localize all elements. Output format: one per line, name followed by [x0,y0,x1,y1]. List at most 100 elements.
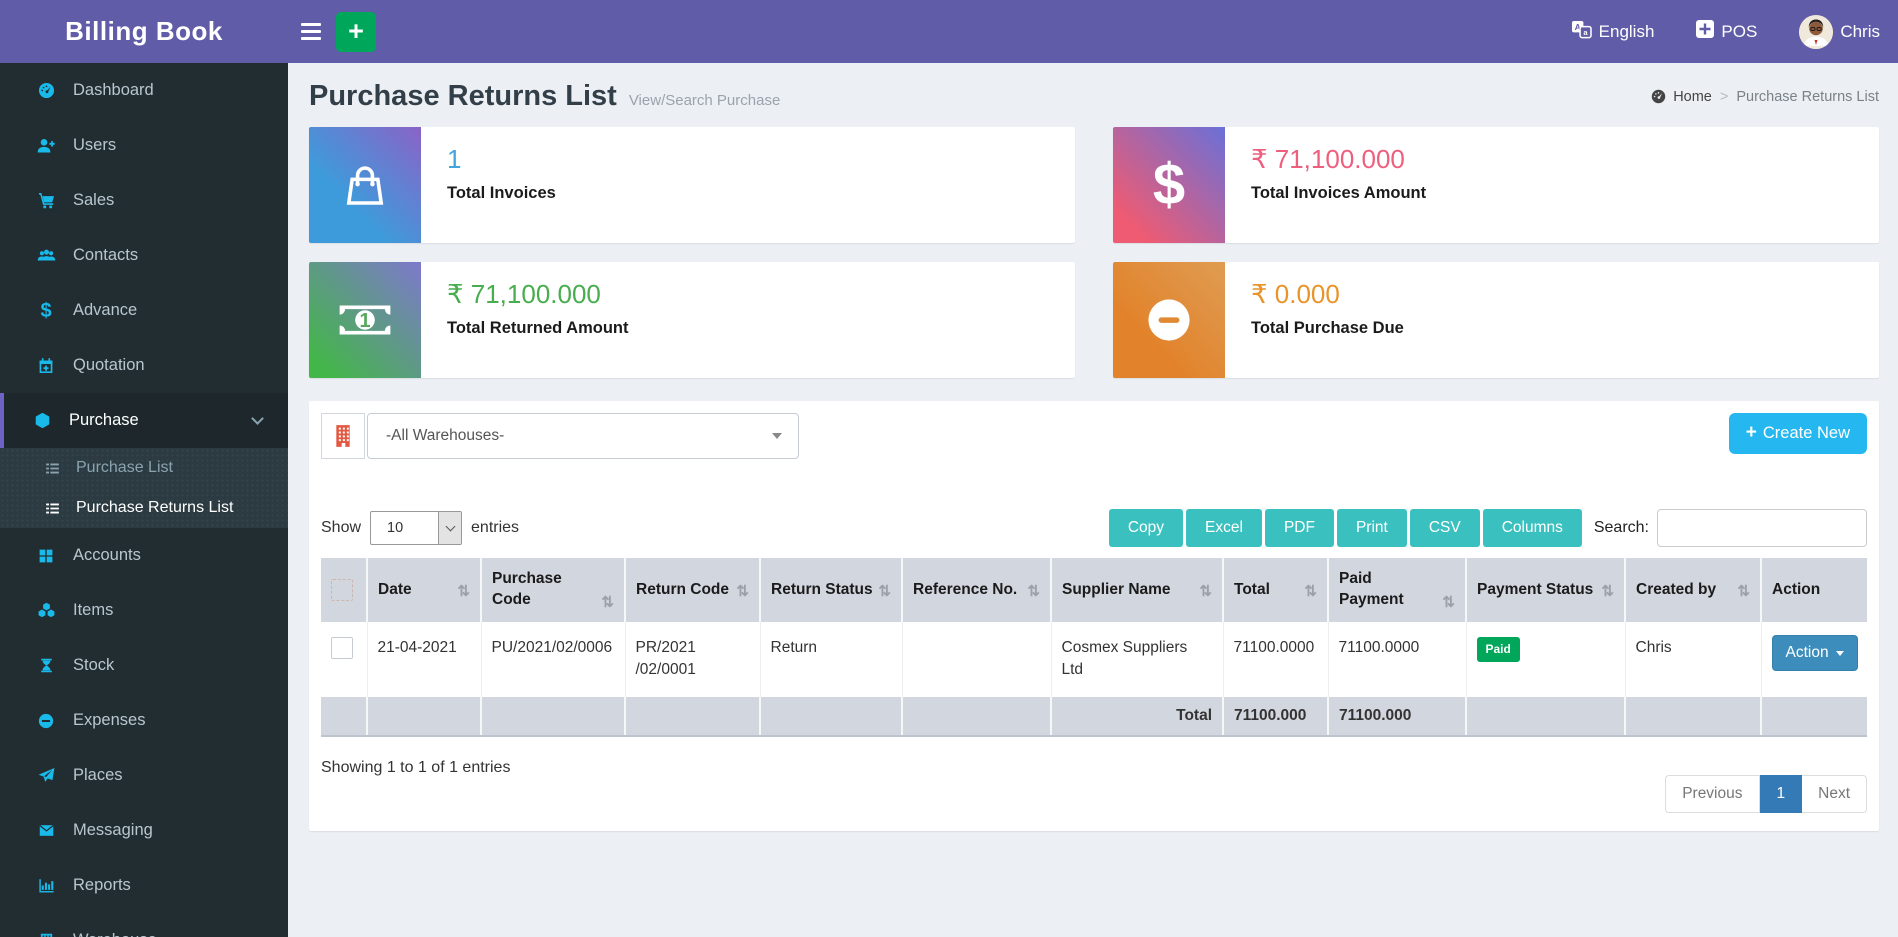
pos-label: POS [1721,21,1758,41]
quick-add-button[interactable]: + [336,11,376,52]
sidebar-item-users[interactable]: Users [0,118,288,173]
user-name: Chris [1840,21,1880,41]
footer-total-label: Total [1050,696,1223,738]
cube-icon [28,411,56,430]
sidebar-item-stock[interactable]: Stock [0,638,288,693]
search-label: Search: [1593,519,1649,536]
page-length-select[interactable]: 10 [370,511,463,545]
hourglass-icon [32,656,60,675]
cell-created-by: Chris [1624,622,1761,697]
column-header-date[interactable]: Date ⇅ [366,558,481,622]
stat-value: ₹ 71,100.000 [1251,144,1405,174]
grid-icon [32,547,60,565]
chevron-down-icon [438,512,462,544]
breadcrumb: Home > Purchase Returns List [1650,88,1879,105]
purchase-submenu: Purchase List Purchase Returns List [0,448,288,528]
language-label: English [1598,21,1655,41]
select-all-checkbox[interactable] [331,579,353,601]
list-icon [40,500,64,517]
sidebar-toggle-button[interactable] [288,0,334,63]
cart-icon [32,191,60,210]
caret-down-icon [1835,650,1844,656]
search-input[interactable] [1657,509,1867,547]
money-bill-icon: 1 [309,262,421,378]
csv-button[interactable]: CSV [1409,509,1480,547]
building-grid-icon [32,931,60,937]
people-icon [32,246,60,265]
sidebar-item-expenses[interactable]: Expenses [0,693,288,748]
column-header-supplier-name[interactable]: Supplier Name ⇅ [1050,558,1223,622]
sidebar-item-sales[interactable]: Sales [0,173,288,228]
pagination-next-button[interactable]: Next [1802,775,1867,814]
column-header-reference-no[interactable]: Reference No. ⇅ [901,558,1051,622]
plus-square-icon [1696,20,1715,43]
sidebar-item-accounts[interactable]: Accounts [0,528,288,583]
column-header-purchase-code[interactable]: Purchase Code ⇅ [480,558,625,622]
pagination-page-1-button[interactable]: 1 [1759,775,1803,814]
sidebar-item-messaging[interactable]: Messaging [0,803,288,858]
dollar-icon: $ [1113,127,1225,243]
stat-value: 1 [447,144,462,174]
sidebar-item-dashboard[interactable]: Dashboard [0,63,288,118]
copy-button[interactable]: Copy [1108,509,1184,547]
user-menu[interactable]: Chris [1799,14,1880,49]
svg-text:1: 1 [359,310,370,332]
paper-plane-icon [32,766,60,785]
column-header-paid-payment[interactable]: Paid Payment ⇅ [1327,558,1466,622]
column-header-created-by[interactable]: Created by ⇅ [1624,558,1761,622]
breadcrumb-current: Purchase Returns List [1736,88,1879,105]
stat-value: ₹ 0.000 [1251,279,1340,309]
column-header-return-status[interactable]: Return Status ⇅ [759,558,902,622]
language-menu[interactable]: Aa English [1571,20,1655,44]
pos-menu[interactable]: POS [1696,20,1757,43]
sidebar-item-items[interactable]: Items [0,583,288,638]
breadcrumb-home-link[interactable]: Home [1650,88,1712,105]
action-dropdown-button[interactable]: Action [1771,635,1858,671]
warehouse-select[interactable]: -All Warehouses- [367,413,799,459]
print-button[interactable]: Print [1336,509,1407,547]
minus-circle-icon [32,712,60,730]
sort-icon: ⇅ [601,593,614,611]
column-header-payment-status[interactable]: Payment Status ⇅ [1465,558,1625,622]
sort-icon: ⇅ [1737,583,1750,601]
cell-supplier-name: Cosmex Suppliers Ltd [1050,622,1223,697]
user-avatar [1799,14,1834,49]
table-row: 21-04-2021 PU/2021/02/0006 PR/2021 /02/0… [321,622,1867,697]
row-checkbox[interactable] [331,637,353,659]
sidebar-item-purchase-list[interactable]: Purchase List [0,448,288,488]
bar-chart-icon [32,876,60,895]
calendar-plus-icon [32,356,60,375]
sidebar-item-reports[interactable]: Reports [0,858,288,913]
sort-icon: ⇅ [1304,583,1317,601]
sidebar-item-purchase-returns-list[interactable]: Purchase Returns List [0,488,288,528]
pagination: Previous 1 Next [1665,775,1867,814]
sort-icon: ⇅ [1601,583,1614,601]
sort-icon: ⇅ [736,583,749,601]
app-logo[interactable]: Billing Book [0,16,288,47]
pdf-button[interactable]: PDF [1264,509,1334,547]
envelope-icon [32,822,60,839]
sort-icon: ⇅ [878,583,891,601]
column-header-return-code[interactable]: Return Code ⇅ [624,558,760,622]
chevron-down-icon [251,412,264,425]
sidebar-item-contacts[interactable]: Contacts [0,228,288,283]
cell-purchase-code: PU/2021/02/0006 [480,622,625,697]
stat-label: Total Purchase Due [1251,319,1404,337]
stat-card-total-purchase-due: ₹ 0.000 Total Purchase Due [1113,262,1879,378]
footer-paid-value: 71100.000 [1327,696,1466,738]
sidebar-item-advance[interactable]: $ Advance [0,283,288,338]
minus-circle-icon [1113,262,1225,378]
pagination-previous-button[interactable]: Previous [1665,775,1760,814]
cubes-icon [32,601,60,620]
sidebar-item-places[interactable]: Places [0,748,288,803]
sidebar-item-purchase[interactable]: Purchase [0,393,288,448]
sidebar-item-warehouse[interactable]: Warehouse [0,913,288,937]
create-new-button[interactable]: + Create New [1728,413,1867,454]
stat-value: ₹ 71,100.000 [447,279,601,309]
dollar-icon: $ [40,299,52,322]
sort-icon: ⇅ [1442,593,1455,611]
columns-button[interactable]: Columns [1482,509,1582,547]
sidebar-item-quotation[interactable]: Quotation [0,338,288,393]
excel-button[interactable]: Excel [1186,509,1262,547]
column-header-total[interactable]: Total ⇅ [1222,558,1328,622]
